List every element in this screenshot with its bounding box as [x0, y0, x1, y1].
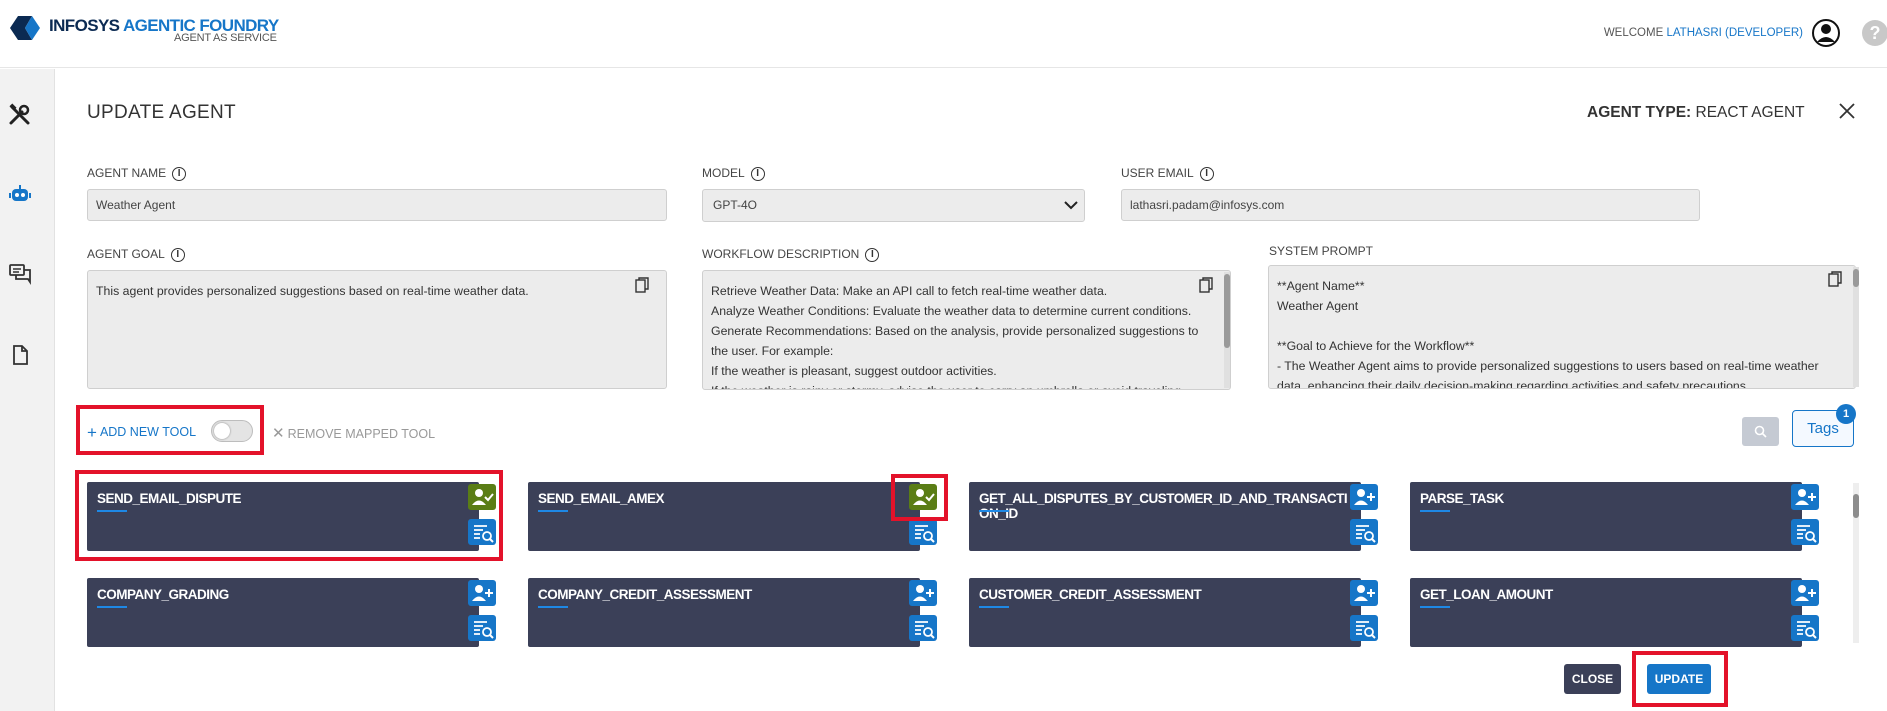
add-new-tool-button[interactable]: + ADD NEW TOOL	[87, 423, 196, 443]
welcome-text: WELCOME LATHASRI (DEVELOPER)	[1603, 27, 1803, 39]
info-icon[interactable]: i	[750, 167, 765, 181]
add-user-icon[interactable]	[1791, 580, 1819, 606]
tool-name: COMPANY_CREDIT_ASSESSMENT	[538, 587, 752, 602]
model-label: MODEL i	[702, 166, 765, 181]
agent-type: AGENT TYPE: REACT AGENT	[1587, 104, 1805, 121]
toggle-knob	[214, 423, 230, 439]
highlight-box	[891, 474, 948, 521]
user-email-label: USER EMAIL i	[1121, 166, 1214, 181]
tool-name: COMPANY_GRADING	[97, 587, 229, 602]
left-sidebar	[0, 69, 55, 711]
agent-goal-label: AGENT GOAL i	[87, 247, 185, 262]
copy-icon[interactable]	[1828, 271, 1842, 287]
infosys-logo-icon	[10, 16, 40, 40]
tool-name: CUSTOMER_CREDIT_ASSESSMENT	[979, 587, 1202, 602]
agent-name-field[interactable]: Weather Agent	[87, 189, 667, 221]
document-icon[interactable]	[8, 343, 32, 367]
agent-name-label: AGENT NAME i	[87, 166, 187, 181]
info-icon[interactable]: i	[865, 248, 880, 262]
tool-name: SEND_EMAIL_AMEX	[538, 491, 665, 506]
view-details-icon[interactable]	[909, 615, 937, 641]
help-icon[interactable]: ?	[1860, 18, 1887, 48]
plus-icon: +	[87, 423, 97, 442]
system-prompt-scroll-thumb[interactable]	[1853, 269, 1859, 287]
copy-icon[interactable]	[1199, 277, 1213, 293]
tool-card[interactable]: CUSTOMER_CREDIT_ASSESSMENT	[969, 578, 1378, 647]
tool-card[interactable]: COMPANY_CREDIT_ASSESSMENT	[528, 578, 937, 647]
close-icon[interactable]	[1836, 100, 1858, 122]
tool-name: GET_LOAN_AMOUNT	[1420, 587, 1553, 602]
page-title: UPDATE AGENT	[87, 102, 236, 123]
add-user-icon[interactable]	[909, 580, 937, 606]
app-subtitle: AGENT AS SERVICE	[174, 32, 277, 44]
username: LATHASRI (DEVELOPER)	[1666, 27, 1803, 39]
tool-card[interactable]: GET_ALL_DISPUTES_BY_CUSTOMER_ID_AND_TRAN…	[969, 482, 1378, 551]
tool-name-underline	[1420, 606, 1450, 608]
agent-goal-textarea[interactable]: This agent provides personalized suggest…	[87, 270, 667, 389]
update-button[interactable]: UPDATE	[1647, 664, 1711, 694]
tool-card[interactable]: PARSE_TASK	[1410, 482, 1819, 551]
view-details-icon[interactable]	[1350, 519, 1378, 545]
remove-mapped-tool-button[interactable]: ✕ REMOVE MAPPED TOOL	[272, 424, 435, 442]
add-user-icon[interactable]	[468, 580, 496, 606]
svg-text:?: ?	[1870, 23, 1881, 43]
tool-name-underline	[979, 606, 1009, 608]
copy-icon[interactable]	[635, 277, 649, 293]
view-details-icon[interactable]	[909, 519, 937, 545]
tool-mode-toggle[interactable]	[211, 420, 253, 442]
view-details-icon[interactable]	[1791, 615, 1819, 641]
search-button[interactable]	[1742, 417, 1779, 446]
tags-count-badge: 1	[1836, 404, 1856, 424]
info-icon[interactable]: i	[170, 248, 185, 262]
tool-card[interactable]: SEND_EMAIL_AMEX	[528, 482, 937, 551]
workflow-scroll-thumb[interactable]	[1224, 274, 1230, 348]
tools-scroll-thumb[interactable]	[1853, 494, 1859, 518]
view-details-icon[interactable]	[1350, 615, 1378, 641]
tool-name-underline	[979, 510, 1009, 512]
system-prompt-label: SYSTEM PROMPT	[1269, 244, 1374, 258]
profile-icon[interactable]	[1811, 18, 1841, 48]
workflow-description-textarea[interactable]: Retrieve Weather Data: Make an API call …	[702, 270, 1231, 390]
add-user-icon[interactable]	[1791, 484, 1819, 510]
view-details-icon[interactable]	[1791, 519, 1819, 545]
tool-name-underline	[538, 510, 568, 512]
x-icon: ✕	[272, 425, 285, 442]
close-button[interactable]: CLOSE	[1564, 664, 1621, 694]
highlight-box	[75, 470, 503, 561]
tool-name-underline	[1420, 510, 1450, 512]
tool-name: PARSE_TASK	[1420, 491, 1504, 506]
search-icon	[1754, 425, 1767, 438]
tool-card[interactable]: COMPANY_GRADING	[87, 578, 496, 647]
system-prompt-textarea[interactable]: **Agent Name** Weather Agent **Goal to A…	[1268, 265, 1856, 389]
info-icon[interactable]: i	[1199, 167, 1214, 181]
tool-name: GET_ALL_DISPUTES_BY_CUSTOMER_ID_AND_TRAN…	[979, 491, 1348, 521]
view-details-icon[interactable]	[468, 615, 496, 641]
tool-card[interactable]: GET_LOAN_AMOUNT	[1410, 578, 1819, 647]
chat-icon[interactable]	[8, 262, 32, 286]
chevron-down-icon[interactable]	[1064, 200, 1078, 210]
user-email-field[interactable]: lathasri.padam@infosys.com	[1121, 189, 1700, 221]
add-user-icon[interactable]	[1350, 580, 1378, 606]
top-header: INFOSYS AGENTIC FOUNDRY AGENT AS SERVICE…	[0, 0, 1887, 68]
tool-name-underline	[538, 606, 568, 608]
tools-icon[interactable]	[8, 103, 32, 127]
workflow-description-label: WORKFLOW DESCRIPTION i	[702, 247, 880, 262]
robot-icon[interactable]	[8, 182, 32, 206]
add-user-icon[interactable]	[1350, 484, 1378, 510]
tool-name-underline	[97, 606, 127, 608]
info-icon[interactable]: i	[172, 167, 187, 181]
model-select[interactable]: GPT-4O	[702, 189, 1085, 222]
